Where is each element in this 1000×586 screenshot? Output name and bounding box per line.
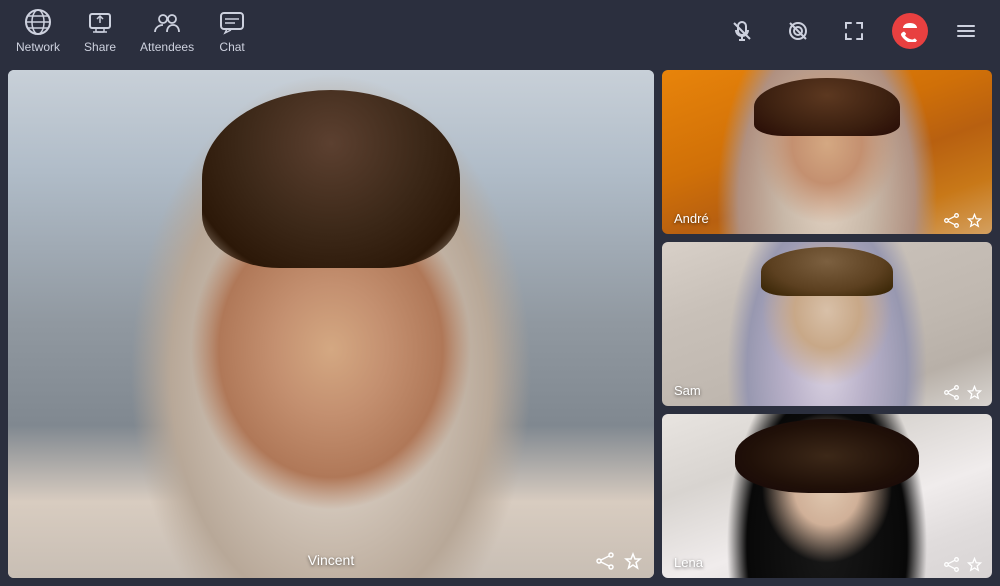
andre-star-button[interactable]	[967, 213, 982, 228]
nav-item-chat[interactable]: Chat	[218, 8, 246, 54]
main-video-actions	[596, 552, 642, 570]
camera-button[interactable]	[780, 13, 816, 49]
mute-button[interactable]	[724, 13, 760, 49]
main-star-button[interactable]	[624, 552, 642, 570]
end-call-button[interactable]	[892, 13, 928, 49]
andre-label: André	[674, 211, 709, 226]
thumb-video-sam: Sam	[662, 242, 992, 406]
topbar: Network Share	[0, 0, 1000, 62]
sam-visual	[662, 242, 992, 406]
main-video-bg	[8, 70, 654, 578]
nav-item-share[interactable]: Share	[84, 8, 116, 54]
nav-chat-label: Chat	[219, 40, 244, 54]
nav-item-network[interactable]: Network	[16, 8, 60, 54]
nav-attendees-label: Attendees	[140, 40, 194, 54]
lena-star-button[interactable]	[967, 557, 982, 572]
andre-share-button[interactable]	[944, 213, 959, 228]
main-share-button[interactable]	[596, 552, 614, 570]
nav-item-attendees[interactable]: Attendees	[140, 8, 194, 54]
attendees-icon	[153, 8, 181, 36]
sam-actions	[944, 385, 982, 400]
nav-network-label: Network	[16, 40, 60, 54]
lena-share-button[interactable]	[944, 557, 959, 572]
content-area: Vincent André	[0, 62, 1000, 586]
share-icon	[86, 8, 114, 36]
main-video-label: Vincent	[308, 552, 354, 568]
sam-label: Sam	[674, 383, 701, 398]
nav-share-label: Share	[84, 40, 116, 54]
sam-share-button[interactable]	[944, 385, 959, 400]
lena-actions	[944, 557, 982, 572]
fullscreen-button[interactable]	[836, 13, 872, 49]
network-icon	[24, 8, 52, 36]
sidebar-videos: André	[662, 70, 992, 578]
controls	[724, 13, 984, 49]
andre-actions	[944, 213, 982, 228]
thumb-video-andre: André	[662, 70, 992, 234]
main-person-visual	[8, 70, 654, 578]
andre-visual	[662, 70, 992, 234]
main-video: Vincent	[8, 70, 654, 578]
chat-icon	[218, 8, 246, 36]
more-button[interactable]	[948, 13, 984, 49]
lena-label: Lena	[674, 555, 703, 570]
sam-star-button[interactable]	[967, 385, 982, 400]
nav-items: Network Share	[16, 8, 246, 54]
lena-visual	[662, 414, 992, 578]
thumb-video-lena: Lena	[662, 414, 992, 578]
